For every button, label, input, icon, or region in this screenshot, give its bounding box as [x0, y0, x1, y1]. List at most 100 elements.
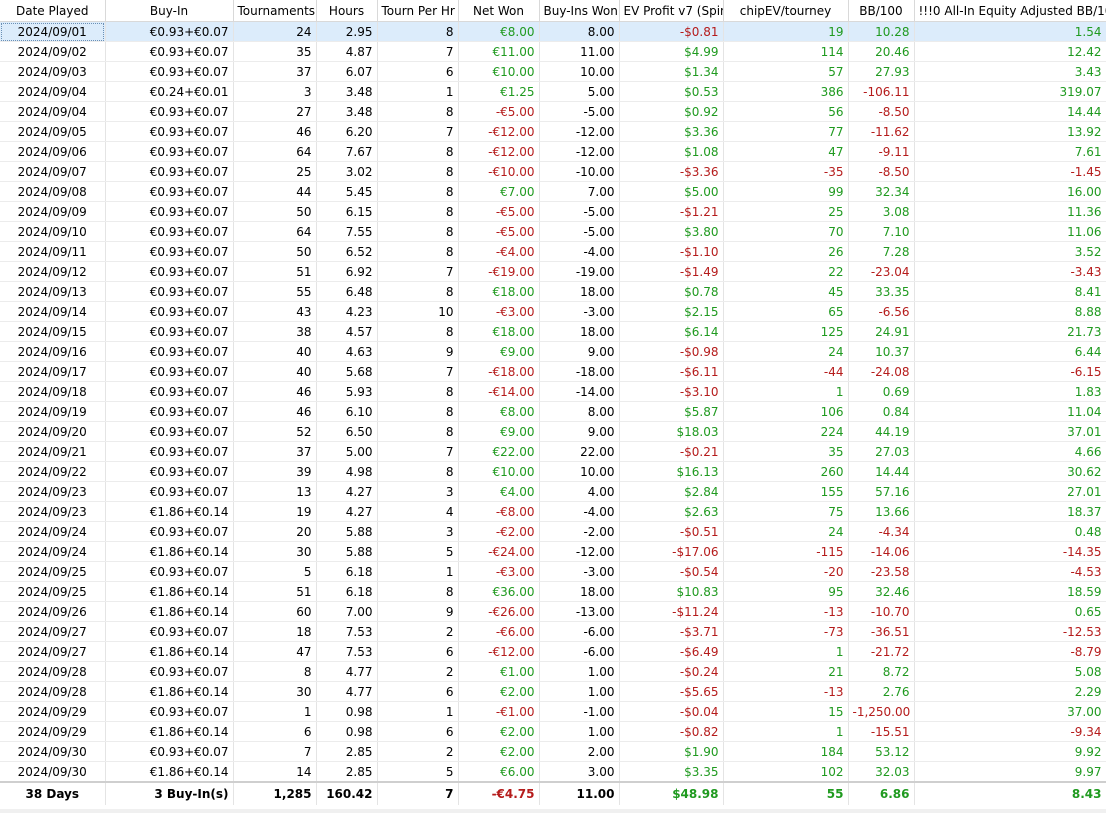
cell-tournaments: 37	[233, 61, 317, 82]
column-header-bb-per-100[interactable]: BB/100	[848, 0, 915, 22]
stats-grid[interactable]: Date Played Buy-In Tournaments Hours Tou…	[0, 0, 1106, 813]
cell-net-won: -€3.00	[458, 301, 540, 322]
table-row[interactable]: 2024/09/25 €1.86+€0.14 51 6.18 8 €36.00 18.00 $…	[0, 581, 1106, 602]
column-header-tourn-per-hr[interactable]: Tourn Per Hr	[377, 0, 459, 22]
cell-all-in-equity: 3.43	[914, 61, 1106, 82]
table-row[interactable]: 2024/09/01 €0.93+€0.07 24 2.95 8 €8.00 8.00 -$0…	[0, 21, 1106, 42]
cell-bb-per-100: 2.76	[848, 681, 915, 702]
total-all-in-equity: 8.43	[914, 781, 1106, 805]
table-row[interactable]: 2024/09/24 €0.93+€0.07 20 5.88 3 -€2.00 -2.00-…	[0, 521, 1106, 542]
table-row[interactable]: 2024/09/24 €1.86+€0.14 30 5.88 5 -€24.00 -12.0…	[0, 541, 1106, 562]
cell-buy-in: €0.93+€0.07	[105, 261, 234, 282]
cell-chipev: 1	[723, 381, 849, 402]
cell-buy-ins-won: 1.00	[539, 721, 620, 742]
table-row[interactable]: 2024/09/27 €0.93+€0.07 18 7.53 2 -€6.00 -6.00-…	[0, 621, 1106, 642]
table-row[interactable]: 2024/09/10 €0.93+€0.07 64 7.55 8 -€5.00 -5.00 $…	[0, 221, 1106, 242]
column-header-buy-in[interactable]: Buy-In	[105, 0, 234, 22]
table-row[interactable]: 2024/09/28 €1.86+€0.14 30 4.77 6 €2.00 1.00 -$5…	[0, 681, 1106, 702]
cell-tournaments: 46	[233, 401, 317, 422]
table-row[interactable]: 2024/09/28 €0.93+€0.07 8 4.77 2 €1.00 1.00 -$0.…	[0, 661, 1106, 682]
cell-net-won: €4.00	[458, 481, 540, 502]
cell-hours: 6.50	[316, 421, 378, 442]
cell-tournaments: 46	[233, 121, 317, 142]
cell-net-won: -€3.00	[458, 561, 540, 582]
cell-chipev: 45	[723, 281, 849, 302]
cell-bb-per-100: 44.19	[848, 421, 915, 442]
table-row[interactable]: 2024/09/19 €0.93+€0.07 46 6.10 8 €8.00 8.00 $5.…	[0, 401, 1106, 422]
table-row[interactable]: 2024/09/05 €0.93+€0.07 46 6.20 7 -€12.00 -12.0…	[0, 121, 1106, 142]
cell-buy-in: €0.93+€0.07	[105, 141, 234, 162]
cell-date: 2024/09/28	[0, 661, 106, 682]
table-row[interactable]: 2024/09/14 €0.93+€0.07 43 4.23 10 -€3.00 -3.00…	[0, 301, 1106, 322]
cell-all-in-equity: 11.06	[914, 221, 1106, 242]
table-row[interactable]: 2024/09/08 €0.93+€0.07 44 5.45 8 €7.00 7.00 $5.…	[0, 181, 1106, 202]
table-row[interactable]: 2024/09/13 €0.93+€0.07 55 6.48 8 €18.00 18.00 $…	[0, 281, 1106, 302]
table-row[interactable]: 2024/09/20 €0.93+€0.07 52 6.50 8 €9.00 9.00 $18…	[0, 421, 1106, 442]
column-header-hours[interactable]: Hours	[316, 0, 378, 22]
table-row[interactable]: 2024/09/06 €0.93+€0.07 64 7.67 8 -€12.00 -12.0…	[0, 141, 1106, 162]
cell-chipev: 24	[723, 341, 849, 362]
table-row[interactable]: 2024/09/04 €0.93+€0.07 27 3.48 8 -€5.00 -5.00 $…	[0, 101, 1106, 122]
cell-hours: 6.18	[316, 581, 378, 602]
table-row[interactable]: 2024/09/21 €0.93+€0.07 37 5.00 7 €22.00 22.00-…	[0, 441, 1106, 462]
cell-buy-ins-won: -4.00	[539, 241, 620, 262]
cell-date: 2024/09/12	[0, 261, 106, 282]
cell-ev-profit: $2.15	[619, 301, 724, 322]
cell-all-in-equity: -1.45	[914, 161, 1106, 182]
column-header-buy-ins-won[interactable]: Buy-Ins Won	[539, 0, 620, 22]
cell-date: 2024/09/22	[0, 461, 106, 482]
cell-tourn-per-hr: 6	[377, 721, 459, 742]
table-row[interactable]: 2024/09/12 €0.93+€0.07 51 6.92 7 -€19.00 -19.0…	[0, 261, 1106, 282]
table-row[interactable]: 2024/09/15 €0.93+€0.07 38 4.57 8 €18.00 18.00 $…	[0, 321, 1106, 342]
cell-all-in-equity: -9.34	[914, 721, 1106, 742]
cell-all-in-equity: 27.01	[914, 481, 1106, 502]
cell-buy-in: €1.86+€0.14	[105, 681, 234, 702]
cell-buy-ins-won: 18.00	[539, 581, 620, 602]
table-row[interactable]: 2024/09/17 €0.93+€0.07 40 5.68 7 -€18.00 -18.0…	[0, 361, 1106, 382]
cell-hours: 3.48	[316, 81, 378, 102]
cell-ev-profit: $3.35	[619, 761, 724, 783]
column-header-date-played[interactable]: Date Played	[0, 0, 106, 22]
column-header-net-won[interactable]: Net Won	[458, 0, 540, 22]
cell-bb-per-100: 24.91	[848, 321, 915, 342]
table-row[interactable]: 2024/09/09 €0.93+€0.07 50 6.15 8 -€5.00 -5.00-…	[0, 201, 1106, 222]
table-row[interactable]: 2024/09/30 €1.86+€0.14 14 2.85 5 €6.00 3.00 $3.…	[0, 761, 1106, 783]
column-header-ev-profit[interactable]: EV Profit v7 (Spin)	[619, 0, 724, 22]
table-row[interactable]: 2024/09/07 €0.93+€0.07 25 3.02 8 -€10.00 -10.0…	[0, 161, 1106, 182]
cell-tournaments: 18	[233, 621, 317, 642]
table-row[interactable]: 2024/09/03 €0.93+€0.07 37 6.07 6 €10.00 10.00 $…	[0, 61, 1106, 82]
table-row[interactable]: 2024/09/29 €0.93+€0.07 1 0.98 1 -€1.00 -1.00 -$…	[0, 701, 1106, 722]
cell-hours: 6.48	[316, 281, 378, 302]
table-row[interactable]: 2024/09/23 €1.86+€0.14 19 4.27 4 -€8.00 -4.00 $…	[0, 501, 1106, 522]
cell-buy-ins-won: 1.00	[539, 681, 620, 702]
table-row[interactable]: 2024/09/22 €0.93+€0.07 39 4.98 8 €10.00 10.00 $…	[0, 461, 1106, 482]
cell-chipev: -73	[723, 621, 849, 642]
cell-chipev: -13	[723, 681, 849, 702]
cell-buy-ins-won: -6.00	[539, 621, 620, 642]
cell-tournaments: 50	[233, 241, 317, 262]
cell-date: 2024/09/24	[0, 521, 106, 542]
table-row[interactable]: 2024/09/29 €1.86+€0.14 6 0.98 6 €2.00 1.00 -$0.…	[0, 721, 1106, 742]
table-row[interactable]: 2024/09/23 €0.93+€0.07 13 4.27 3 €4.00 4.00 $2.…	[0, 481, 1106, 502]
cell-hours: 5.45	[316, 181, 378, 202]
table-row[interactable]: 2024/09/16 €0.93+€0.07 40 4.63 9 €9.00 9.00 -$0…	[0, 341, 1106, 362]
column-header-chipev-per-tourney[interactable]: chipEV/tourney	[723, 0, 849, 22]
column-header-all-in-equity-bb-per-100[interactable]: !!!0 All-In Equity Adjusted BB/100	[914, 0, 1106, 22]
cell-chipev: 99	[723, 181, 849, 202]
cell-hours: 5.00	[316, 441, 378, 462]
table-row[interactable]: 2024/09/27 €1.86+€0.14 47 7.53 6 -€12.00 -6.00…	[0, 641, 1106, 662]
cell-bb-per-100: -6.56	[848, 301, 915, 322]
cell-date: 2024/09/07	[0, 161, 106, 182]
table-row[interactable]: 2024/09/04 €0.24+€0.01 3 3.48 1 €1.25 5.00 $0.5…	[0, 81, 1106, 102]
table-row[interactable]: 2024/09/11 €0.93+€0.07 50 6.52 8 -€4.00 -4.00-…	[0, 241, 1106, 262]
table-row[interactable]: 2024/09/25 €0.93+€0.07 5 6.18 1 -€3.00 -3.00 -$…	[0, 561, 1106, 582]
cell-bb-per-100: -21.72	[848, 641, 915, 662]
table-row[interactable]: 2024/09/02 €0.93+€0.07 35 4.87 7 €11.00 11.00 $…	[0, 41, 1106, 62]
table-row[interactable]: 2024/09/26 €1.86+€0.14 60 7.00 9 -€26.00 -13.0…	[0, 601, 1106, 622]
table-row[interactable]: 2024/09/18 €0.93+€0.07 46 5.93 8 -€14.00 -14.0…	[0, 381, 1106, 402]
cell-all-in-equity: 0.48	[914, 521, 1106, 542]
cell-net-won: €11.00	[458, 41, 540, 62]
table-row[interactable]: 2024/09/30 €0.93+€0.07 7 2.85 2 €2.00 2.00 $1.9…	[0, 741, 1106, 762]
column-header-tournaments[interactable]: Tournaments	[233, 0, 317, 22]
cell-net-won: -€18.00	[458, 361, 540, 382]
